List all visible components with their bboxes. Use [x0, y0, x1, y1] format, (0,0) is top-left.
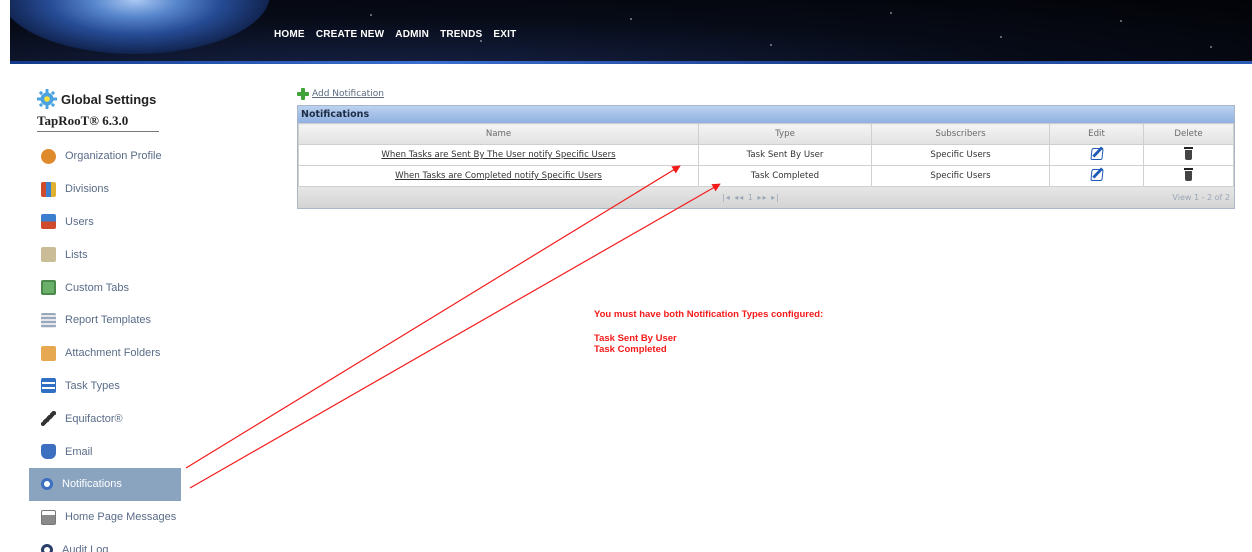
- table-row: When Tasks are Sent By The User notify S…: [298, 144, 1234, 166]
- column-header-delete: Delete: [1143, 123, 1234, 145]
- annotation-line3: Task Completed: [594, 344, 667, 355]
- custom-tabs-icon: [41, 280, 56, 296]
- sidebar-item-label: Divisions: [65, 183, 110, 196]
- gear-icon: [37, 89, 57, 109]
- divisions-icon: [41, 181, 56, 197]
- sidebar-item-attachment-folders[interactable]: Attachment Folders: [37, 337, 187, 370]
- task-types-icon: [41, 378, 56, 394]
- sidebar-item-label: Home Page Messages: [65, 511, 177, 524]
- top-nav: HOME CREATE NEW ADMIN TRENDS EXIT: [274, 29, 516, 40]
- messages-icon: [41, 509, 56, 525]
- first-page-icon[interactable]: |◂: [722, 193, 731, 202]
- sidebar-item-lists[interactable]: Lists: [37, 238, 187, 271]
- sidebar-item-label: Report Templates: [65, 314, 152, 327]
- sidebar-item-divisions[interactable]: Divisions: [37, 173, 187, 206]
- column-header-subscribers[interactable]: Subscribers: [871, 123, 1050, 145]
- plus-icon: [297, 88, 309, 100]
- sidebar-item-label: Equifactor®: [65, 412, 123, 425]
- sidebar-item-task-types[interactable]: Task Types: [37, 370, 187, 403]
- sidebar-item-label: Audit Log: [62, 543, 109, 552]
- sidebar-item-label: Custom Tabs: [65, 281, 129, 294]
- row-type-cell: Task Completed: [698, 165, 872, 187]
- row-name-cell: When Tasks are Completed notify Specific…: [298, 165, 699, 187]
- folder-icon: [41, 345, 56, 361]
- row-subscribers-cell: Specific Users: [871, 144, 1050, 166]
- record-count: View 1 - 2 of 2: [1172, 193, 1230, 202]
- prev-page-icon[interactable]: ◂◂: [734, 193, 744, 202]
- notifications-icon: [41, 478, 53, 491]
- row-edit-cell: [1049, 165, 1144, 187]
- column-header-type[interactable]: Type: [698, 123, 872, 145]
- sidebar-item-users[interactable]: Users: [37, 206, 187, 239]
- edit-icon[interactable]: [1089, 168, 1104, 181]
- notification-link[interactable]: When Tasks are Completed notify Specific…: [395, 171, 602, 181]
- sidebar-item-notifications[interactable]: Notifications: [29, 467, 181, 501]
- notifications-table: Name Type Subscribers Edit Delete When T…: [298, 123, 1234, 187]
- trash-icon[interactable]: [1184, 168, 1193, 181]
- email-icon: [41, 444, 56, 460]
- page: HOME CREATE NEW ADMIN TRENDS EXIT Global…: [0, 0, 1252, 552]
- row-delete-cell: [1143, 165, 1234, 187]
- annotation-line1: You must have both Notification Types co…: [594, 309, 824, 320]
- sidebar-item-email[interactable]: Email: [37, 435, 187, 468]
- column-header-name[interactable]: Name: [298, 123, 699, 145]
- row-edit-cell: [1049, 144, 1144, 166]
- last-page-icon[interactable]: ▸|: [771, 193, 780, 202]
- nav-home[interactable]: HOME: [274, 29, 305, 40]
- sidebar-item-custom-tabs[interactable]: Custom Tabs: [37, 271, 187, 304]
- annotation-arrows: [185, 165, 721, 489]
- row-subscribers-cell: Specific Users: [871, 165, 1050, 187]
- page-title: Global Settings: [61, 92, 157, 107]
- sidebar-item-label: Task Types: [65, 379, 120, 392]
- sidebar-item-label: Attachment Folders: [65, 347, 161, 360]
- search-icon: [41, 543, 53, 552]
- nav-create-new[interactable]: CREATE NEW: [316, 29, 384, 40]
- annotation-note: You must have both Notification Types co…: [594, 309, 823, 355]
- lists-icon: [41, 247, 56, 263]
- sidebar-item-label: Lists: [65, 248, 88, 261]
- edit-icon[interactable]: [1089, 147, 1104, 160]
- users-icon: [41, 214, 56, 230]
- nav-exit[interactable]: EXIT: [493, 29, 516, 40]
- divider: [37, 131, 159, 132]
- trash-icon[interactable]: [1184, 147, 1193, 160]
- row-name-cell: When Tasks are Sent By The User notify S…: [298, 144, 699, 166]
- row-delete-cell: [1143, 144, 1234, 166]
- nav-admin[interactable]: ADMIN: [395, 29, 429, 40]
- nav-trends[interactable]: TRENDS: [440, 29, 482, 40]
- add-notification-link[interactable]: Add Notification: [312, 89, 384, 99]
- pager-controls[interactable]: |◂ ◂◂ 1 ▸▸ ▸|: [722, 193, 780, 202]
- annotation-line2: Task Sent By User: [594, 333, 677, 344]
- sidebar-item-equifactor[interactable]: Equifactor®: [37, 402, 187, 435]
- report-templates-icon: [41, 312, 56, 328]
- sidebar-item-home-page-messages[interactable]: Home Page Messages: [37, 501, 187, 534]
- sidebar-item-label: Organization Profile: [65, 150, 162, 163]
- column-header-edit: Edit: [1049, 123, 1144, 145]
- header-banner: HOME CREATE NEW ADMIN TRENDS EXIT: [10, 0, 1252, 64]
- next-page-icon[interactable]: ▸▸: [757, 193, 767, 202]
- notification-link[interactable]: When Tasks are Sent By The User notify S…: [381, 150, 615, 160]
- row-type-cell: Task Sent By User: [698, 144, 872, 166]
- sidebar-item-audit-log[interactable]: Audit Log: [37, 534, 187, 552]
- grid-pager: |◂ ◂◂ 1 ▸▸ ▸| View 1 - 2 of 2: [298, 187, 1234, 208]
- sidebar-item-organization-profile[interactable]: Organization Profile: [37, 140, 187, 173]
- page-number[interactable]: 1: [748, 193, 754, 202]
- table-row: When Tasks are Completed notify Specific…: [298, 165, 1234, 187]
- sidebar-item-label: Users: [65, 215, 94, 228]
- version-label: TapRooT® 6.3.0: [37, 113, 129, 128]
- sidebar-item-label: Notifications: [62, 478, 122, 491]
- sidebar-item-report-templates[interactable]: Report Templates: [37, 304, 187, 337]
- globe-logo-image: [10, 0, 270, 54]
- notifications-grid: Notifications Name Type Subscribers Edit…: [297, 105, 1235, 209]
- sidebar-menu: Organization Profile Divisions Users Lis…: [29, 140, 187, 552]
- organization-icon: [41, 148, 56, 164]
- sidebar-header: Global Settings TapRooT® 6.3.0: [37, 86, 187, 132]
- sidebar-item-label: Email: [65, 445, 93, 458]
- grid-title: Notifications: [298, 106, 1234, 123]
- add-notification[interactable]: Add Notification: [297, 88, 384, 100]
- wrench-icon: [41, 411, 56, 427]
